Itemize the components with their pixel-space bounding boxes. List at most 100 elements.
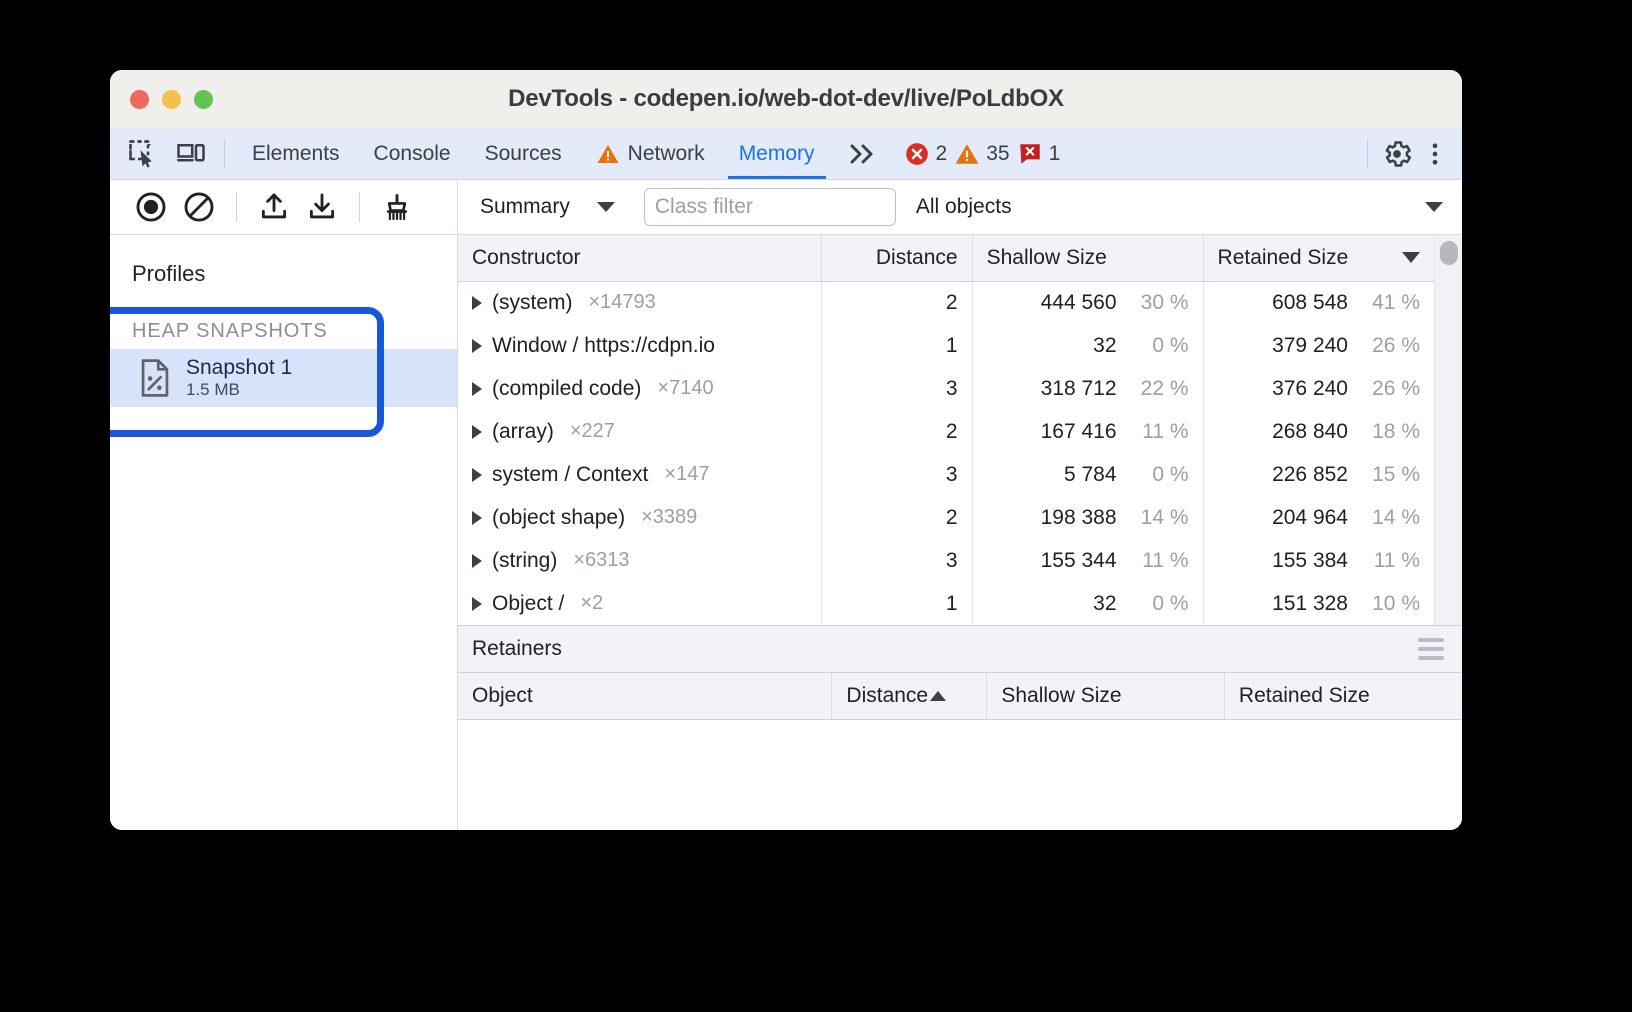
retainers-column-distance[interactable]: Distance xyxy=(832,673,987,719)
constructor-name: (system) xyxy=(492,291,573,315)
cell-constructor: Window / https://cdpn.io xyxy=(458,324,821,367)
clear-all-profiles-icon[interactable] xyxy=(176,184,222,230)
objects-filter-label: All objects xyxy=(916,195,1012,219)
devtools-tabbar: Elements Console Sources Network xyxy=(110,128,1462,180)
tab-console[interactable]: Console xyxy=(357,128,468,179)
expand-triangle-icon[interactable] xyxy=(472,425,482,439)
retained-size-value: 204 964 xyxy=(1272,506,1348,530)
objects-filter-select[interactable]: All objects xyxy=(916,195,1462,219)
devtools-window: DevTools - codepen.io/web-dot-dev/live/P… xyxy=(110,70,1462,830)
retainers-column-object[interactable]: Object xyxy=(458,673,832,719)
tab-elements[interactable]: Elements xyxy=(235,128,357,179)
chevron-down-icon xyxy=(1424,200,1444,214)
table-row[interactable]: system / Context×14735 7840 %226 85215 % xyxy=(458,453,1434,496)
view-select[interactable]: Summary xyxy=(474,195,622,219)
inspect-element-icon[interactable] xyxy=(126,137,160,171)
table-row[interactable]: (string)×63133155 34411 %155 38411 % xyxy=(458,539,1434,582)
retainers-table-head: Object Distance Shallow Size Retained Si… xyxy=(458,673,1462,719)
more-tabs-icon[interactable] xyxy=(832,128,894,179)
expand-triangle-icon[interactable] xyxy=(472,597,482,611)
device-toolbar-icon[interactable] xyxy=(174,137,208,171)
cell-shallow-size: 444 56030 % xyxy=(972,281,1203,324)
retained-size-percent: 15 % xyxy=(1362,463,1420,487)
retainers-header: Retainers xyxy=(458,625,1462,673)
chevron-down-icon xyxy=(596,200,616,214)
column-header-shallow-size[interactable]: Shallow Size xyxy=(972,235,1203,281)
sort-descending-icon xyxy=(1402,252,1420,263)
constructor-name: system / Context xyxy=(492,463,648,487)
cell-distance: 3 xyxy=(821,539,972,582)
snapshot-list-item[interactable]: Snapshot 1 1.5 MB xyxy=(110,349,457,407)
expand-triangle-icon[interactable] xyxy=(472,296,482,310)
error-icon xyxy=(904,141,930,167)
tab-memory-label: Memory xyxy=(739,142,815,166)
constructor-count: ×2 xyxy=(580,592,603,615)
collect-garbage-icon[interactable] xyxy=(374,184,420,230)
retainers-column-retained-size[interactable]: Retained Size xyxy=(1224,673,1462,719)
summary-grid-scrollbar[interactable] xyxy=(1434,235,1462,625)
snapshot-labels: Snapshot 1 1.5 MB xyxy=(186,356,292,400)
table-row[interactable]: Object /×21320 %151 32810 % xyxy=(458,582,1434,625)
column-header-distance[interactable]: Distance xyxy=(821,235,972,281)
shallow-size-percent: 30 % xyxy=(1131,291,1189,315)
expand-triangle-icon[interactable] xyxy=(472,554,482,568)
table-row[interactable]: (compiled code)×71403318 71222 %376 2402… xyxy=(458,367,1434,410)
error-badge[interactable]: 2 xyxy=(904,141,948,167)
cell-distance: 2 xyxy=(821,496,972,539)
save-profile-icon[interactable] xyxy=(299,184,345,230)
retained-size-value: 226 852 xyxy=(1272,463,1348,487)
tab-list: Elements Console Sources Network xyxy=(235,128,832,179)
class-filter-input[interactable]: Class filter xyxy=(644,188,896,226)
kebab-menu-icon[interactable] xyxy=(1418,137,1452,171)
tabbar-right-icons xyxy=(1359,128,1462,179)
shallow-size-percent: 0 % xyxy=(1131,334,1189,358)
cell-constructor: (compiled code)×7140 xyxy=(458,367,821,410)
expand-triangle-icon[interactable] xyxy=(472,511,482,525)
table-row[interactable]: Window / https://cdpn.io1320 %379 24026 … xyxy=(458,324,1434,367)
record-heap-snapshot-icon[interactable] xyxy=(128,184,174,230)
tab-network-label: Network xyxy=(628,142,705,166)
scrollbar-thumb[interactable] xyxy=(1440,241,1458,265)
table-row[interactable]: (array)×2272167 41611 %268 84018 % xyxy=(458,410,1434,453)
expand-triangle-icon[interactable] xyxy=(472,382,482,396)
warning-badge[interactable]: 35 xyxy=(954,141,1009,167)
cell-constructor: (object shape)×3389 xyxy=(458,496,821,539)
load-profile-icon[interactable] xyxy=(251,184,297,230)
retainers-title: Retainers xyxy=(472,637,1418,661)
gear-icon[interactable] xyxy=(1380,137,1414,171)
memory-toolbar: Summary Class filter All objects xyxy=(110,180,1462,235)
cell-retained-size: 155 38411 % xyxy=(1203,539,1434,582)
warning-icon xyxy=(596,142,620,166)
hamburger-menu-icon[interactable] xyxy=(1418,638,1444,660)
shallow-size-value: 167 416 xyxy=(1041,420,1117,444)
retainers-table: Object Distance Shallow Size Retained Si… xyxy=(458,673,1462,720)
tab-network[interactable]: Network xyxy=(579,128,722,179)
sort-ascending-icon xyxy=(930,691,946,701)
retained-size-percent: 14 % xyxy=(1362,506,1420,530)
constructor-count: ×7140 xyxy=(657,377,713,400)
snapshot-title: Snapshot 1 xyxy=(186,356,292,380)
cell-constructor: (system)×14793 xyxy=(458,281,821,324)
cell-retained-size: 151 32810 % xyxy=(1203,582,1434,625)
constructors-table-body: (system)×147932444 56030 %608 54841 %Win… xyxy=(458,281,1434,625)
issue-badge[interactable]: 1 xyxy=(1017,141,1061,167)
profiles-title: Profiles xyxy=(110,235,457,287)
tabbar-spacer xyxy=(1060,128,1359,179)
shallow-size-value: 155 344 xyxy=(1041,549,1117,573)
table-row[interactable]: (object shape)×33892198 38814 %204 96414… xyxy=(458,496,1434,539)
retained-size-percent: 26 % xyxy=(1362,334,1420,358)
tab-memory[interactable]: Memory xyxy=(722,128,832,179)
constructor-count: ×3389 xyxy=(641,506,697,529)
tab-sources[interactable]: Sources xyxy=(468,128,579,179)
cell-retained-size: 226 852 15 % xyxy=(1203,453,1434,496)
cell-distance: 2 xyxy=(821,410,972,453)
retainers-column-shallow-size[interactable]: Shallow Size xyxy=(987,673,1225,719)
retainers-grid: Object Distance Shallow Size Retained Si… xyxy=(458,673,1462,830)
table-row[interactable]: (system)×147932444 56030 %608 54841 % xyxy=(458,281,1434,324)
cell-distance: 1 xyxy=(821,582,972,625)
retained-size-value: 268 840 xyxy=(1272,420,1348,444)
expand-triangle-icon[interactable] xyxy=(472,468,482,482)
column-header-retained-size[interactable]: Retained Size xyxy=(1203,235,1434,281)
expand-triangle-icon[interactable] xyxy=(472,339,482,353)
column-header-constructor[interactable]: Constructor xyxy=(458,235,821,281)
